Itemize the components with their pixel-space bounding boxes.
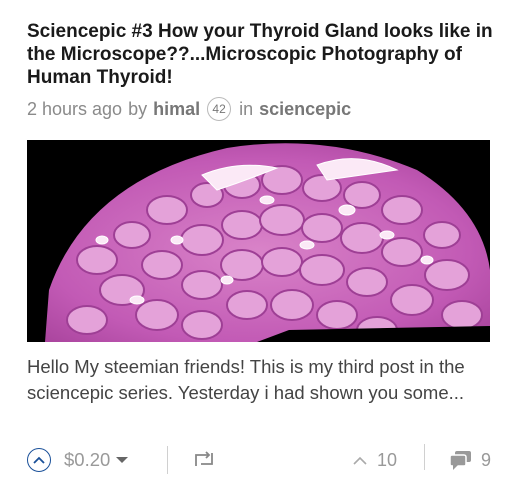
post-time: 2 hours ago xyxy=(27,98,123,119)
post-title[interactable]: Sciencepic #3 How your Thyroid Gland loo… xyxy=(27,20,497,89)
divider xyxy=(167,446,168,474)
payout-dropdown[interactable]: $0.20 xyxy=(64,446,129,474)
category-link[interactable]: sciencepic xyxy=(259,99,351,120)
chat-bubbles-icon xyxy=(449,451,471,470)
votes-value: 10 xyxy=(377,449,398,470)
upvote-button[interactable] xyxy=(27,448,51,472)
votes-count[interactable]: 10 xyxy=(353,446,397,474)
resteem-button[interactable] xyxy=(193,450,215,473)
chevron-up-circle-icon xyxy=(33,456,45,464)
chevron-up-icon xyxy=(353,456,367,465)
reputation-badge: 42 xyxy=(207,97,232,121)
divider xyxy=(424,444,425,470)
caret-down-icon xyxy=(116,457,129,463)
author-link[interactable]: himal xyxy=(153,99,200,120)
thyroid-microscope-image xyxy=(27,140,490,342)
post-excerpt[interactable]: Hello My steemian friends! This is my th… xyxy=(27,354,497,406)
by-label: by xyxy=(128,98,148,119)
post-footer: $0.20 10 9 xyxy=(27,444,492,476)
post-thumbnail[interactable] xyxy=(27,140,490,342)
replies-count[interactable]: 9 xyxy=(449,446,491,474)
in-label: in xyxy=(239,98,254,119)
replies-value: 9 xyxy=(481,449,492,470)
post-meta: 2 hours ago by himal 42 in sciencepic xyxy=(27,96,351,122)
payout-value: $0.20 xyxy=(64,449,111,470)
resteem-icon xyxy=(195,451,213,466)
